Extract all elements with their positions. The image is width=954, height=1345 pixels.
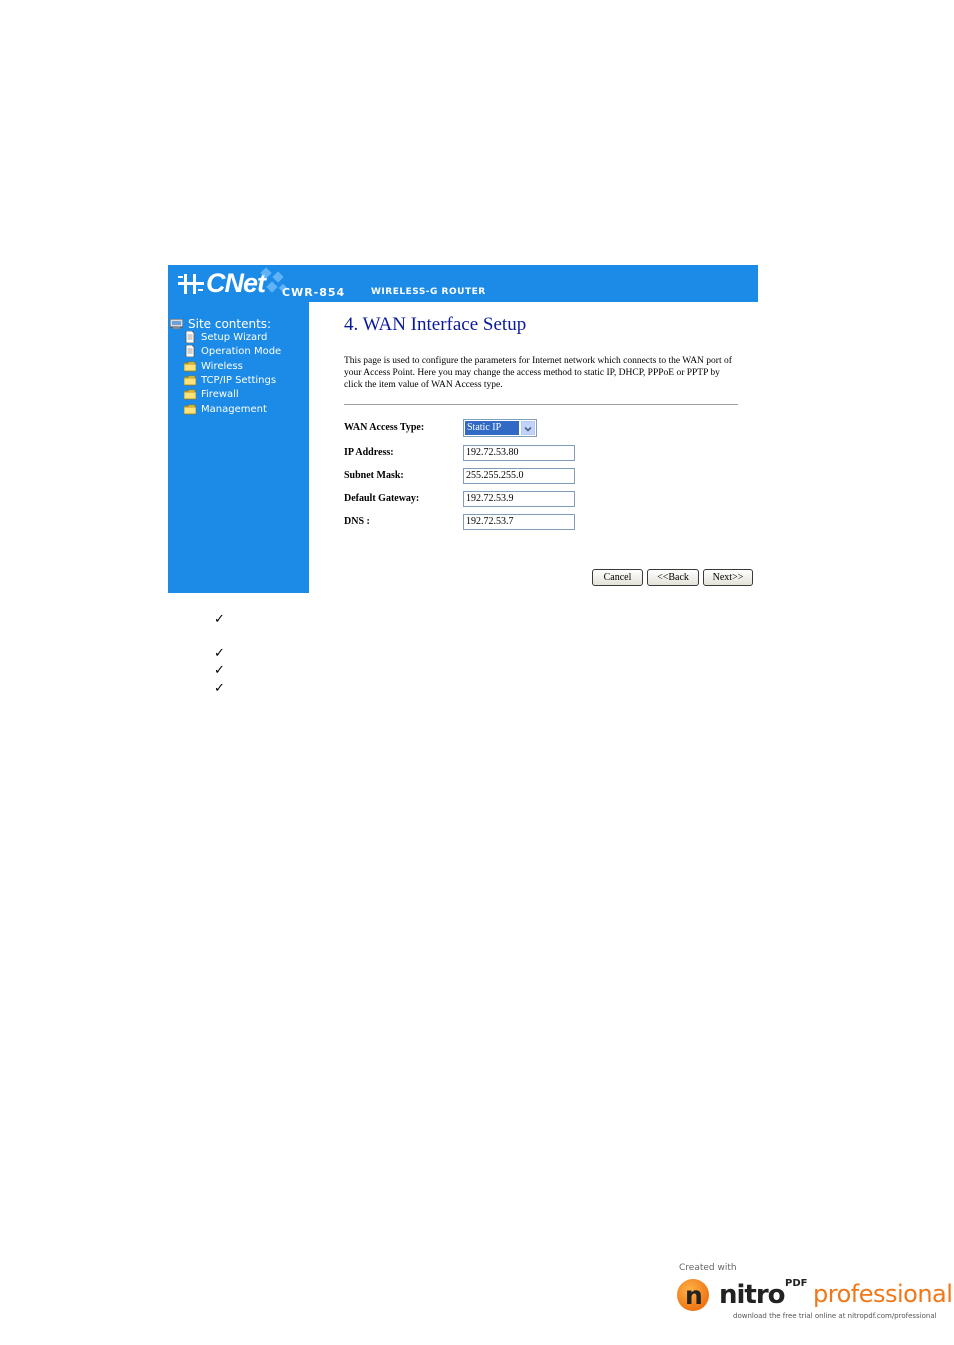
back-button[interactable]: <<Back bbox=[647, 569, 699, 586]
wan-access-type-label: WAN Access Type: bbox=[344, 422, 425, 433]
sidebar-item-setup-wizard[interactable]: Setup Wizard bbox=[184, 331, 267, 343]
nitro-pdf-watermark: Created with n nitro PDF professional do… bbox=[677, 1262, 953, 1324]
folder-icon bbox=[184, 389, 196, 400]
page-title: 4. WAN Interface Setup bbox=[344, 314, 527, 335]
sidebar: Site contents: Setup Wizard Operation Mo… bbox=[168, 302, 309, 593]
wan-access-type-select[interactable]: Static IP bbox=[463, 419, 537, 437]
sidebar-item-wireless[interactable]: Wireless bbox=[184, 360, 243, 372]
default-gateway-input[interactable]: 192.72.53.9 bbox=[463, 491, 575, 507]
sidebar-item-firewall[interactable]: Firewall bbox=[184, 388, 239, 400]
dns-label: DNS : bbox=[344, 516, 370, 527]
checkmark-icon: ✓ bbox=[214, 612, 225, 627]
sidebar-item-label: TCP/IP Settings bbox=[201, 374, 277, 386]
site-contents-label: Site contents: bbox=[188, 317, 272, 331]
chevron-down-icon[interactable] bbox=[521, 421, 535, 435]
checkmark-icon: ✓ bbox=[214, 663, 225, 678]
page-description: This page is used to configure the param… bbox=[344, 356, 732, 390]
sidebar-item-label: Firewall bbox=[201, 388, 239, 400]
sidebar-item-operation-mode[interactable]: Operation Mode bbox=[184, 345, 281, 357]
next-button[interactable]: Next>> bbox=[703, 569, 753, 586]
checkmark-icon: ✓ bbox=[214, 681, 225, 696]
divider bbox=[344, 404, 738, 405]
nitro-wordmark: nitro bbox=[719, 1280, 786, 1310]
nitro-professional-word: professional bbox=[813, 1280, 953, 1308]
nitro-pdf-superscript: PDF bbox=[785, 1278, 808, 1289]
nitro-logo-letter: n bbox=[685, 1281, 703, 1310]
router-screenshot: CNet CWR-854 WIRELESS-G ROUTER Site cont… bbox=[168, 265, 758, 593]
product-name: WIRELESS-G ROUTER bbox=[371, 287, 486, 297]
header-banner: CNet CWR-854 WIRELESS-G ROUTER bbox=[168, 265, 758, 302]
default-gateway-label: Default Gateway: bbox=[344, 493, 420, 504]
dns-input[interactable]: 192.72.53.7 bbox=[463, 514, 575, 530]
ip-address-input[interactable]: 192.72.53.80 bbox=[463, 445, 575, 461]
ip-address-label: IP Address: bbox=[344, 447, 394, 458]
page-icon bbox=[185, 345, 195, 357]
folder-icon bbox=[184, 375, 196, 386]
checkmark-icon: ✓ bbox=[214, 646, 225, 661]
subnet-mask-label: Subnet Mask: bbox=[344, 470, 404, 481]
subnet-mask-input[interactable]: 255.255.255.0 bbox=[463, 468, 575, 484]
model-name: CWR-854 bbox=[282, 286, 346, 299]
site-contents-root[interactable]: Site contents: bbox=[170, 317, 271, 331]
page-icon bbox=[185, 331, 195, 343]
sidebar-item-label: Wireless bbox=[201, 360, 243, 372]
nitro-tagline: download the free trial online at nitrop… bbox=[733, 1312, 937, 1320]
sidebar-item-management[interactable]: Management bbox=[184, 403, 267, 415]
created-with-label: Created with bbox=[679, 1263, 737, 1273]
cnet-logo-mark-icon bbox=[178, 274, 204, 300]
sidebar-item-label: Operation Mode bbox=[201, 345, 282, 357]
monitor-icon bbox=[170, 319, 183, 329]
sidebar-item-tcpip-settings[interactable]: TCP/IP Settings bbox=[184, 374, 276, 386]
document-page: CNet CWR-854 WIRELESS-G ROUTER Site cont… bbox=[0, 0, 954, 1345]
main-content: 4. WAN Interface Setup This page is used… bbox=[309, 302, 758, 593]
sidebar-item-label: Management bbox=[201, 403, 267, 415]
wan-access-type-value: Static IP bbox=[465, 421, 519, 435]
folder-icon bbox=[184, 404, 196, 415]
cancel-button[interactable]: Cancel bbox=[592, 569, 643, 586]
sidebar-item-label: Setup Wizard bbox=[201, 331, 268, 343]
folder-icon bbox=[184, 361, 196, 372]
